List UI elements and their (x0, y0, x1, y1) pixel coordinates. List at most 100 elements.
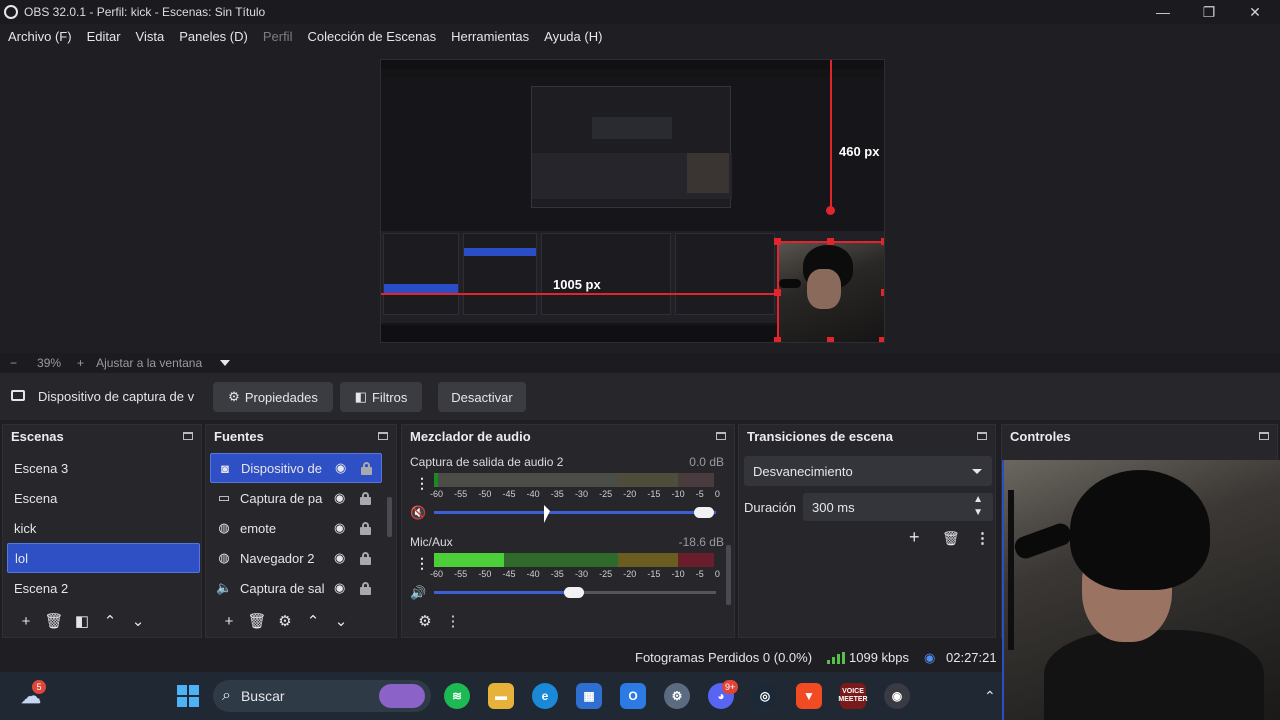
menu-vista[interactable]: Vista (136, 29, 165, 44)
lock-icon[interactable] (360, 582, 371, 595)
spin-down-icon[interactable]: ▼ (973, 507, 983, 518)
brave-icon[interactable]: ▼ (796, 683, 822, 709)
transition-select[interactable]: Desvanecimiento (744, 456, 992, 486)
lock-icon[interactable] (360, 522, 371, 535)
outlook-icon[interactable]: O (620, 683, 646, 709)
deactivate-button[interactable]: Desactivar (438, 382, 526, 412)
close-button[interactable]: ✕ (1232, 0, 1278, 24)
trash-icon[interactable]: 🗑 (942, 530, 960, 547)
preview-canvas[interactable]: 460 px 1005 px (380, 59, 885, 343)
lock-icon[interactable] (360, 552, 371, 565)
filters-button[interactable]: ◧ Filtros (340, 382, 422, 412)
volume-slider-handle[interactable] (564, 587, 584, 598)
source-item[interactable]: ◍ emote ◉ (210, 513, 382, 543)
scene-filters-icon[interactable]: ◧ (68, 612, 96, 630)
add-source-icon[interactable]: + (215, 613, 243, 630)
add-scene-icon[interactable]: + (12, 613, 40, 630)
speaker-icon[interactable]: 🔊 (410, 585, 426, 601)
source-item-selected[interactable]: ◙ Dispositivo de ◉ (210, 453, 382, 483)
minimize-button[interactable]: — (1140, 0, 1186, 24)
sources-toolbar: + 🗑 ⚙ ⌃ ⌄ (206, 605, 396, 637)
source-item[interactable]: 🔈 Captura de sal ◉ (210, 573, 382, 603)
resize-handle-top[interactable] (827, 238, 834, 245)
scene-item[interactable]: Escena 3 (7, 453, 200, 483)
move-up-icon[interactable]: ⌃ (96, 612, 124, 630)
mixer-menu-icon[interactable]: ⋮ (439, 612, 467, 630)
resize-handle-top-right[interactable] (881, 238, 884, 245)
store-icon[interactable]: ▦ (576, 683, 602, 709)
lock-icon[interactable] (360, 492, 371, 505)
scene-item[interactable]: Escena (7, 483, 200, 513)
menu-editar[interactable]: Editar (87, 29, 121, 44)
source-item[interactable]: ▭ Captura de pa ◉ (210, 483, 382, 513)
scene-item-selected[interactable]: lol (7, 543, 200, 573)
channel-menu-icon[interactable]: ⋮ (415, 475, 429, 492)
channel-menu-icon[interactable]: ⋮ (415, 555, 429, 572)
volume-slider[interactable] (434, 591, 584, 594)
mixer-channel: Mic/Aux -18.6 dB ⋮ -60 -55 -50 -45 -40 -35 -30… (402, 533, 732, 605)
resize-handle-left[interactable] (774, 289, 781, 296)
menu-herramientas[interactable]: Herramientas (451, 29, 529, 44)
eye-icon[interactable]: ◉ (334, 520, 345, 536)
obs-icon[interactable]: ◉ (884, 683, 910, 709)
resize-handle-right[interactable] (881, 289, 884, 296)
sources-scrollbar[interactable] (387, 497, 392, 537)
popout-icon[interactable] (716, 432, 726, 440)
spin-up-icon[interactable]: ▲ (973, 494, 983, 505)
popout-icon[interactable] (977, 432, 987, 440)
resize-handle-top-left[interactable] (774, 238, 781, 245)
add-transition-icon[interactable]: + (909, 527, 920, 548)
transition-value: Desvanecimiento (753, 463, 853, 479)
zoom-in-button[interactable]: + (77, 356, 84, 370)
steam-icon[interactable]: ◎ (752, 683, 778, 709)
advanced-audio-gear-icon[interactable]: ⚙ (411, 612, 439, 630)
menu-coleccion-escenas[interactable]: Colección de Escenas (307, 29, 436, 44)
gear-icon[interactable]: ⚙ (271, 612, 299, 630)
menu-ayuda[interactable]: Ayuda (H) (544, 29, 602, 44)
zoom-out-button[interactable]: − (10, 356, 17, 370)
duration-spinbox[interactable]: 300 ms ▲ ▼ (803, 493, 993, 521)
menu-archivo[interactable]: Archivo (F) (8, 29, 72, 44)
move-up-icon[interactable]: ⌃ (299, 612, 327, 630)
vertical-guide-line (830, 60, 832, 212)
scene-item[interactable]: Escena 2 (7, 573, 200, 603)
trash-icon[interactable]: 🗑 (243, 612, 271, 630)
edge-icon[interactable]: e (532, 683, 558, 709)
eye-icon[interactable]: ◉ (334, 490, 345, 506)
popout-icon[interactable] (378, 432, 388, 440)
menu-paneles[interactable]: Paneles (D) (179, 29, 248, 44)
eye-icon[interactable]: ◉ (335, 460, 346, 476)
scene-item[interactable]: kick (7, 513, 200, 543)
voicemeeter-icon[interactable]: VOICE MEETER (838, 683, 868, 709)
preview-webcam-source (777, 241, 884, 342)
muted-speaker-icon[interactable]: 🔇 (410, 505, 426, 521)
resize-handle-bottom[interactable] (827, 337, 834, 342)
popout-icon[interactable] (183, 432, 193, 440)
settings-gear-icon[interactable]: ⚙ (664, 683, 690, 709)
move-down-icon[interactable]: ⌄ (124, 612, 152, 630)
transition-menu-icon[interactable]: ⋮ (975, 529, 990, 547)
popout-icon[interactable] (1259, 432, 1269, 440)
volume-slider[interactable] (434, 511, 716, 514)
fit-to-window-label[interactable]: Ajustar a la ventana (96, 356, 202, 370)
zoom-dropdown-icon[interactable] (220, 360, 231, 366)
taskbar-search[interactable]: ⌕ Buscar (213, 680, 431, 712)
file-explorer-icon[interactable]: ▬ (488, 683, 514, 709)
lock-icon[interactable] (361, 462, 372, 475)
spotify-icon[interactable]: ≋ (444, 683, 470, 709)
microphone (1011, 520, 1075, 562)
windows-start-icon[interactable] (175, 683, 201, 709)
chevron-up-icon[interactable]: ⌃ (984, 688, 996, 705)
eye-icon[interactable]: ◉ (334, 580, 345, 596)
maximize-button[interactable]: ❐ (1186, 0, 1232, 24)
trash-icon[interactable]: 🗑 (40, 612, 68, 630)
resize-handle-bottom-left[interactable] (774, 337, 781, 342)
eye-icon[interactable]: ◉ (334, 550, 345, 566)
volume-slider-handle[interactable] (694, 507, 714, 518)
properties-button[interactable]: ⚙ Propiedades (213, 382, 333, 412)
move-down-icon[interactable]: ⌄ (327, 612, 355, 630)
source-item[interactable]: ◍ Navegador 2 ◉ (210, 543, 382, 573)
signal-bars-icon (827, 652, 845, 664)
resize-handle-bottom-right[interactable] (879, 337, 884, 342)
mixer-scrollbar[interactable] (726, 545, 731, 605)
